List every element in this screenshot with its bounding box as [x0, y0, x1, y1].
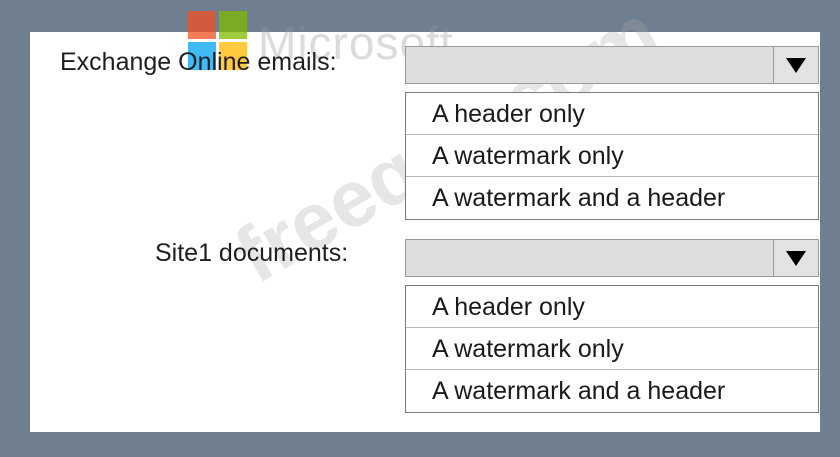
dropdown-toggle[interactable]: [773, 47, 818, 83]
dropdown-toggle[interactable]: [773, 240, 818, 276]
site1-documents-label: Site1 documents:: [155, 239, 349, 267]
option-watermark-and-header[interactable]: A watermark and a header: [406, 370, 818, 412]
exchange-online-emails-options: A header only A watermark only A waterma…: [405, 92, 819, 220]
chevron-down-icon: [786, 57, 806, 73]
exchange-online-emails-dropdown[interactable]: [405, 46, 819, 84]
chevron-down-icon: [786, 250, 806, 266]
option-watermark-only[interactable]: A watermark only: [406, 135, 818, 177]
option-watermark-and-header[interactable]: A watermark and a header: [406, 177, 818, 219]
site1-documents-options: A header only A watermark only A waterma…: [405, 285, 819, 413]
option-header-only[interactable]: A header only: [406, 93, 818, 135]
option-watermark-only[interactable]: A watermark only: [406, 328, 818, 370]
site1-documents-dropdown[interactable]: [405, 239, 819, 277]
option-header-only[interactable]: A header only: [406, 286, 818, 328]
question-panel: Microsoft freeqas.com Exchange Online em…: [30, 0, 820, 432]
exchange-online-emails-label: Exchange Online emails:: [60, 48, 337, 76]
